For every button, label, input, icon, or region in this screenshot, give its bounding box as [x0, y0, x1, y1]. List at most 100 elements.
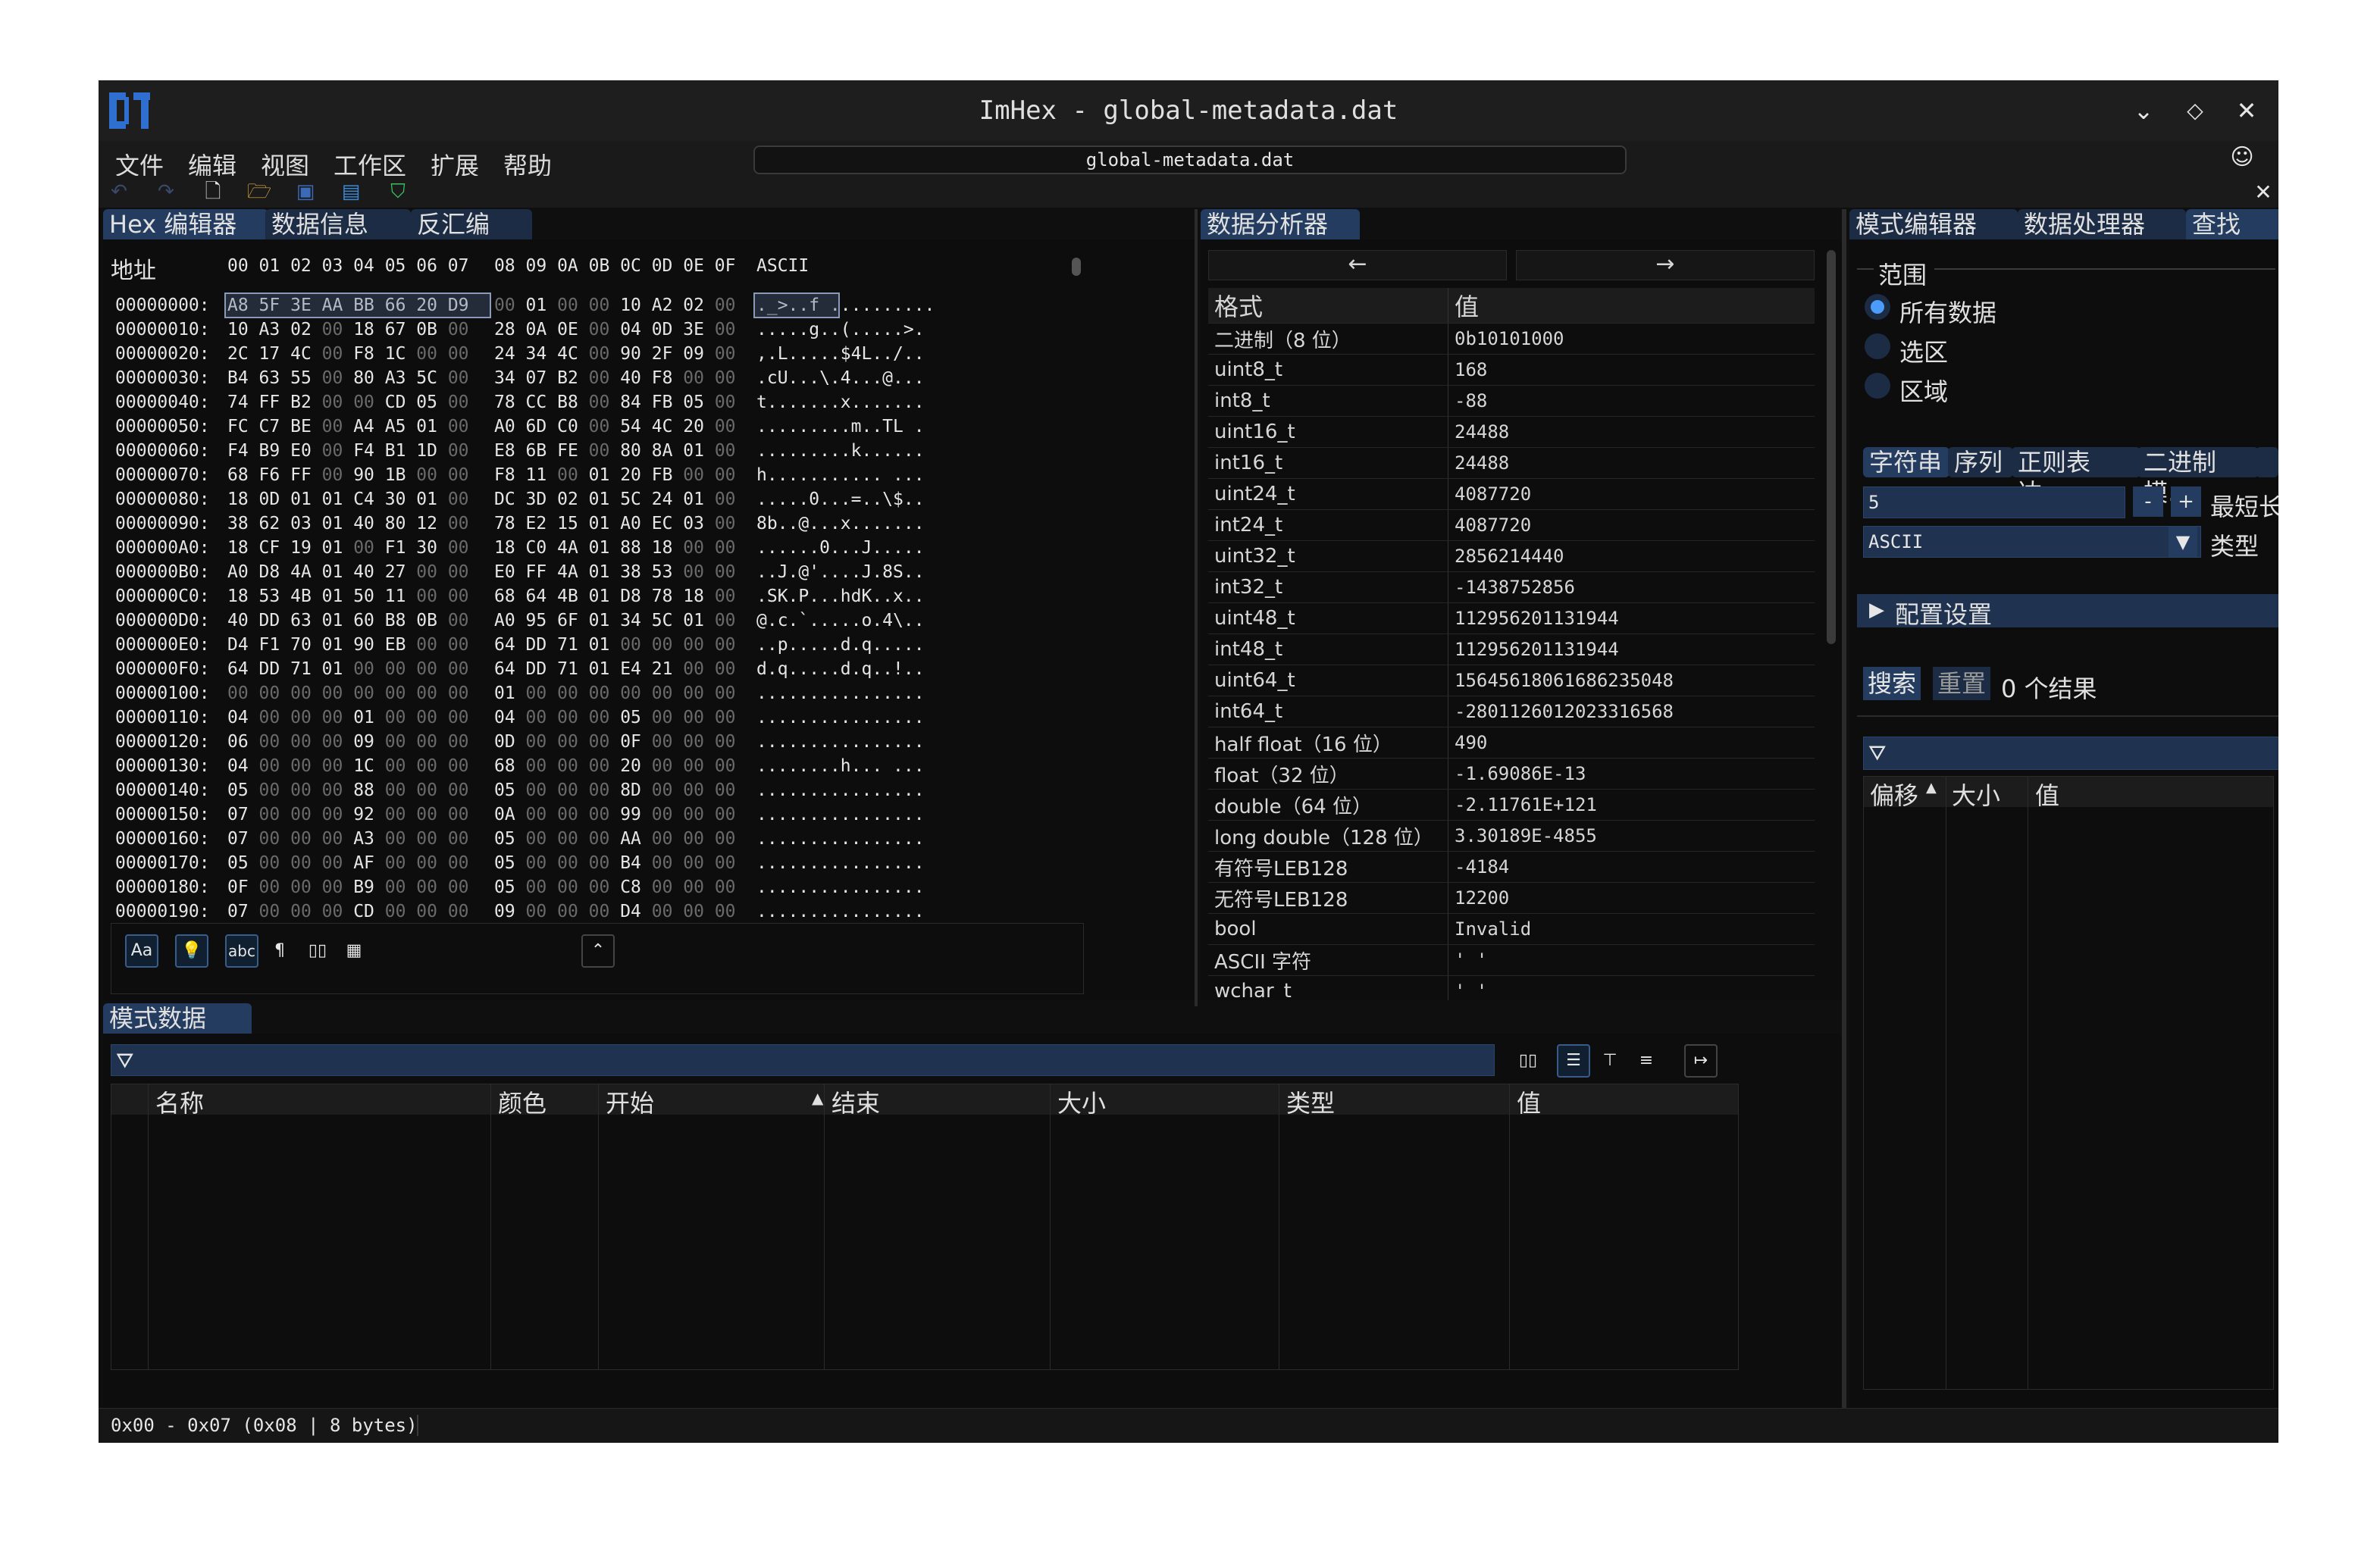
hex-scrollbar[interactable] [1072, 258, 1081, 276]
hex-bytes[interactable]: 0A 00 00 00 99 00 00 00 [494, 805, 736, 824]
hex-bytes[interactable]: 01 00 00 00 00 00 00 00 [494, 684, 736, 703]
hex-ascii[interactable]: 8b..@...x....... [756, 514, 925, 533]
inspector-value[interactable]: 112956201131944 [1448, 633, 1815, 665]
hex-bytes[interactable]: 04 00 00 00 1C 00 00 00 [227, 756, 469, 776]
pattern-filter-input[interactable]: ⛛ [111, 1044, 1495, 1076]
hex-ascii[interactable]: .........k...... [756, 441, 925, 461]
hex-ascii[interactable]: ................ [756, 732, 925, 752]
tree-view-icon[interactable]: ⊤ [1593, 1044, 1627, 1078]
col-end[interactable]: 结束 [831, 1084, 880, 1119]
hex-ascii[interactable]: t.......x....... [756, 393, 925, 412]
hex-bytes[interactable]: 34 07 B2 00 40 F8 00 00 [494, 368, 736, 388]
hex-bytes[interactable]: A0 6D C0 00 54 4C 20 00 [494, 417, 736, 436]
hex-bytes[interactable]: 0D 00 00 00 0F 00 00 00 [494, 732, 736, 752]
abc-toggle-button[interactable]: abc [225, 934, 258, 968]
hex-ascii[interactable]: d.q.....d.q..!.. [756, 659, 925, 679]
collapse-up-icon[interactable]: ⌃ [581, 934, 615, 968]
hex-ascii[interactable]: @.c.`.....o.4\.. [756, 611, 925, 630]
col-name[interactable]: 名称 [155, 1084, 204, 1119]
export-icon[interactable]: ↦ [1684, 1044, 1718, 1078]
hex-bytes[interactable]: 07 00 00 00 A3 00 00 00 [227, 829, 469, 849]
inspector-value[interactable]: 24488 [1448, 416, 1815, 448]
hex-bytes[interactable]: 05 00 00 00 AA 00 00 00 [494, 829, 736, 849]
hex-bytes[interactable]: 05 00 00 00 C8 00 00 00 [494, 877, 736, 897]
hex-bytes[interactable]: E8 6B FE 00 80 8A 01 00 [494, 441, 736, 461]
tab-pattern-editor[interactable]: 模式编辑器 [1849, 209, 2018, 239]
tab-data-info[interactable]: 数据信息 [265, 209, 411, 239]
book-icon[interactable]: ▯▯ [301, 934, 334, 968]
inspector-row[interactable]: uint8_t 168 [1208, 354, 1815, 386]
inspector-value[interactable]: 24488 [1448, 447, 1815, 479]
hex-bytes[interactable]: 24 34 4C 00 90 2F 09 00 [494, 344, 736, 364]
results-filter-input[interactable]: ⛛ [1863, 737, 2278, 770]
col-offset[interactable]: 偏移 [1870, 777, 1918, 812]
tab-data-processor[interactable]: 数据处理器 [2018, 209, 2186, 239]
hex-bytes[interactable]: 64 DD 71 01 00 00 00 00 [494, 635, 736, 655]
hex-bytes[interactable]: 78 E2 15 01 A0 EC 03 00 [494, 514, 736, 533]
subtab-binary-pattern[interactable]: 二进制模… [2137, 447, 2259, 507]
hex-bytes[interactable]: 04 00 00 00 05 00 00 00 [494, 708, 736, 727]
hex-ascii[interactable]: .....0...=..\$.. [756, 490, 925, 509]
close-icon[interactable]: ✕ [2233, 97, 2260, 124]
hex-ascii[interactable]: ......0...J..... [756, 538, 925, 558]
hex-ascii[interactable]: ................ [756, 780, 925, 800]
hex-ascii[interactable]: ................ [756, 877, 925, 897]
config-header[interactable]: ▶ 配置设置 [1857, 594, 2278, 629]
hex-bytes[interactable]: FC C7 BE 00 A4 A5 01 00 [227, 417, 469, 436]
lightbulb-icon[interactable]: 💡 [175, 934, 208, 968]
inspector-value[interactable]: -2.11761E+121 [1448, 789, 1815, 821]
splitter[interactable] [1195, 209, 1198, 1006]
inspector-row[interactable]: bool Invalid [1208, 913, 1815, 945]
inspector-row[interactable]: wchar_t ' ' [1208, 975, 1815, 1000]
hex-bytes[interactable]: 04 00 00 00 01 00 00 00 [227, 708, 469, 727]
col-start[interactable]: 开始 [606, 1084, 654, 1119]
inspector-value[interactable]: ' ' [1448, 975, 1815, 1000]
save-icon[interactable]: ▣ [294, 180, 317, 203]
inspector-value[interactable]: 490 [1448, 727, 1815, 759]
inspector-row[interactable]: half float（16 位） 490 [1208, 727, 1815, 759]
inspector-row[interactable]: int24_t 4087720 [1208, 509, 1815, 541]
inspector-row[interactable]: uint24_t 4087720 [1208, 478, 1815, 510]
col-color[interactable]: 颜色 [498, 1084, 546, 1119]
hex-bytes[interactable]: 18 CF 19 01 00 F1 30 00 [227, 538, 469, 558]
col-type[interactable]: 类型 [1286, 1084, 1335, 1119]
subtab-regex[interactable]: 正则表达… [2012, 447, 2140, 507]
inspector-value[interactable]: 112956201131944 [1448, 602, 1815, 634]
hex-bytes[interactable]: E0 FF 4A 01 38 53 00 00 [494, 562, 736, 582]
redo-icon[interactable]: ↷ [155, 180, 177, 203]
type-select[interactable]: ASCII ▼ [1863, 526, 2201, 558]
hex-bytes[interactable]: D4 F1 70 01 90 EB 00 00 [227, 635, 469, 655]
radio-selection[interactable] [1865, 333, 1890, 359]
inspector-value[interactable]: 15645618061686235048 [1448, 665, 1815, 696]
list-view-icon[interactable]: ≡ [1630, 1044, 1663, 1078]
hex-bytes[interactable]: 05 00 00 00 8D 00 00 00 [494, 780, 736, 800]
inspector-value[interactable]: 4087720 [1448, 478, 1815, 510]
hex-bytes[interactable]: 40 DD 63 01 60 B8 0B 00 [227, 611, 469, 630]
hex-bytes[interactable]: 00 01 00 00 10 A2 02 00 [494, 296, 736, 315]
inspector-row[interactable]: long double（128 位） 3.30189E-4855 [1208, 820, 1815, 852]
hex-bytes[interactable]: A0 D8 4A 01 40 27 00 00 [227, 562, 469, 582]
hex-bytes[interactable]: A0 95 6F 01 34 5C 01 00 [494, 611, 736, 630]
inspector-value[interactable]: -1.69086E-13 [1448, 758, 1815, 790]
table-icon[interactable]: ▦ [337, 934, 371, 968]
hex-bytes[interactable]: 28 0A 0E 00 04 0D 3E 00 [494, 320, 736, 339]
hex-ascii[interactable]: ,.L.....$4L../.. [756, 344, 925, 364]
hex-ascii[interactable]: ................ [756, 805, 925, 824]
search-button[interactable]: 搜索 [1863, 667, 1921, 700]
hex-bytes[interactable]: 06 00 00 00 09 00 00 00 [227, 732, 469, 752]
hex-bytes[interactable]: 10 A3 02 00 18 67 0B 00 [227, 320, 469, 339]
hex-ascii[interactable]: .........m..TL . [756, 417, 925, 436]
tab-data-inspector[interactable]: 数据分析器 [1201, 209, 1360, 239]
inspector-row[interactable]: int16_t 24488 [1208, 447, 1815, 479]
hex-ascii[interactable]: ..J.@'....J.8S.. [756, 562, 925, 582]
reset-button[interactable]: 重置 [1933, 667, 1990, 700]
increment-button[interactable]: + [2171, 486, 2201, 517]
hex-bytes[interactable]: 18 53 4B 01 50 11 00 00 [227, 587, 469, 606]
col-value[interactable]: 值 [1517, 1084, 1541, 1119]
hex-bytes[interactable]: F8 11 00 01 20 FB 00 00 [494, 465, 736, 485]
close-tab-icon[interactable]: ✕ [2250, 179, 2277, 206]
subtab-numeric[interactable] [2256, 447, 2278, 477]
inspector-row[interactable]: uint64_t 15645618061686235048 [1208, 665, 1815, 696]
hex-bytes[interactable]: 07 00 00 00 92 00 00 00 [227, 805, 469, 824]
inspector-value[interactable]: ' ' [1448, 944, 1815, 976]
